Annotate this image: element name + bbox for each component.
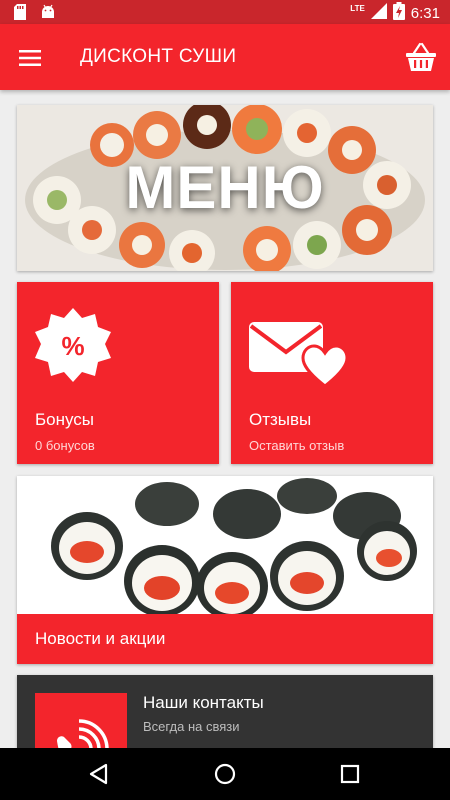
reviews-tile[interactable]: Отзывы Оставить отзыв (231, 282, 433, 464)
battery-icon (392, 2, 405, 25)
news-label-bar: Новости и акции (17, 614, 433, 664)
news-promotions-card[interactable]: Новости и акции (17, 476, 433, 664)
leave-review-link: Оставить отзыв (249, 438, 345, 453)
android-icon (40, 4, 56, 25)
hamburger-menu-icon[interactable] (12, 40, 48, 76)
recents-icon[interactable] (334, 758, 366, 790)
sushi-rolls-image (17, 476, 433, 616)
contacts-title: Наши контакты (143, 693, 264, 712)
bonuses-title: Бонусы (35, 410, 95, 429)
system-nav-bar (0, 748, 450, 800)
percent-badge-icon: % (33, 306, 113, 391)
menu-banner[interactable]: МЕНЮ (17, 105, 433, 271)
shopping-basket-icon[interactable] (402, 38, 440, 76)
envelope-heart-icon (247, 306, 349, 391)
main-content: МЕНЮ % Бонусы 0 бонусов Отзывы Оставить … (0, 90, 450, 748)
bonuses-count: 0 бонусов (35, 438, 95, 453)
home-icon[interactable] (209, 758, 241, 790)
contacts-subtitle: Всегда на связи (143, 719, 240, 734)
app-bar: ДИСКОНТ СУШИ (0, 24, 450, 90)
sd-card-icon (14, 4, 26, 25)
bonuses-tile[interactable]: % Бонусы 0 бонусов (17, 282, 219, 464)
reviews-title: Отзывы (249, 410, 312, 429)
network-type: LTE (350, 4, 365, 13)
signal-icon (370, 3, 387, 24)
menu-banner-label: МЕНЮ (125, 154, 325, 221)
news-promotions-label: Новости и акции (35, 629, 166, 648)
contacts-card[interactable]: Наши контакты Всегда на связи (17, 675, 433, 748)
phone-ringing-icon (35, 693, 127, 748)
status-bar: LTE 6:31 (0, 0, 450, 24)
back-icon[interactable] (82, 758, 114, 790)
clock: 6:31 (410, 5, 440, 22)
app-title: ДИСКОНТ СУШИ (80, 46, 237, 67)
svg-text:%: % (61, 331, 84, 361)
